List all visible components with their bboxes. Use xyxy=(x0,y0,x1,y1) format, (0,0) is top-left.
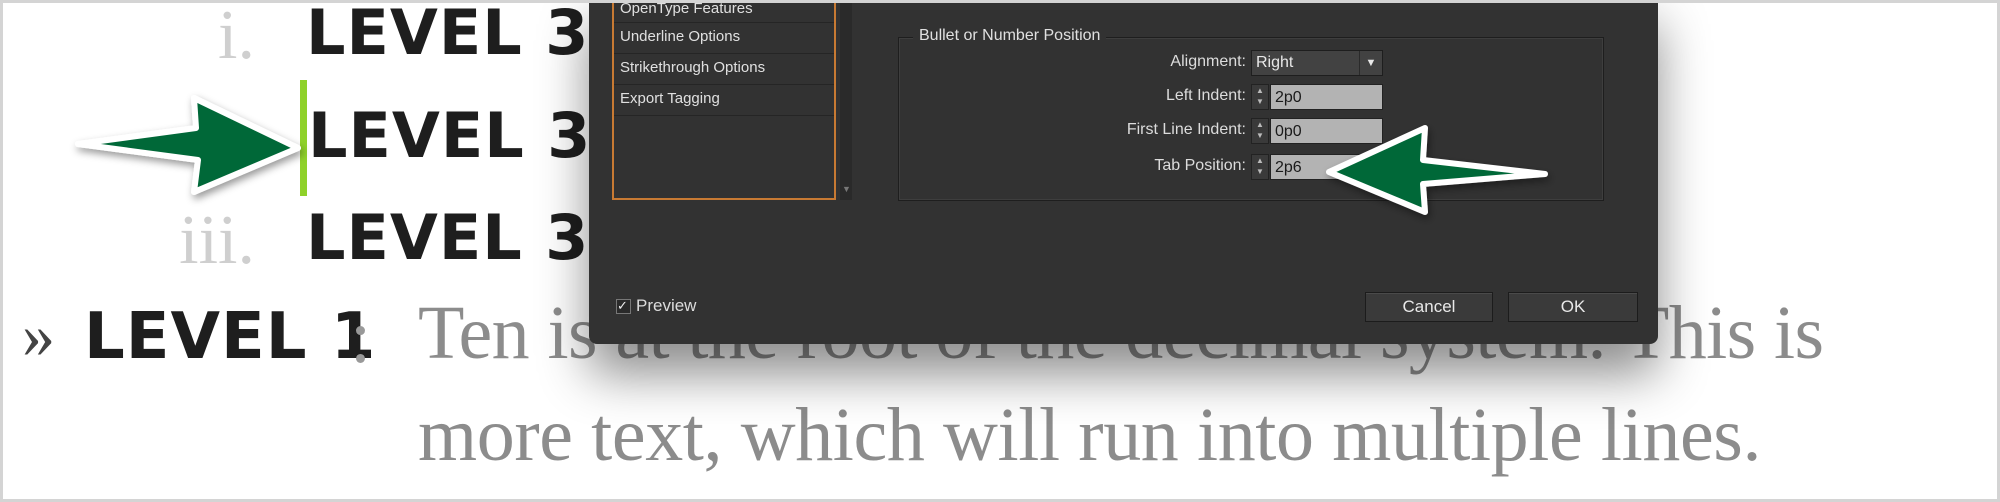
left-indent-stepper[interactable]: ▲ ▼ xyxy=(1251,84,1269,110)
category-list: OpenType Features Underline Options Stri… xyxy=(612,0,836,200)
alignment-dropdown[interactable]: Right ▼ xyxy=(1251,50,1383,76)
category-underline-options[interactable]: Underline Options xyxy=(614,23,834,54)
level1-heading: LEVEL 1 xyxy=(84,300,377,374)
level3-heading: LEVEL 3 xyxy=(306,0,590,69)
arrow-left-icon xyxy=(1326,125,1548,215)
checkmark-icon: ✓ xyxy=(616,298,631,314)
list-marker: i. xyxy=(218,0,255,74)
tab-position-stepper[interactable]: ▲ ▼ xyxy=(1251,154,1269,180)
category-list-scrollbar[interactable]: ▼ xyxy=(840,0,852,200)
preview-label: Preview xyxy=(636,296,697,315)
arrow-right-icon xyxy=(75,95,301,195)
ok-button[interactable]: OK xyxy=(1508,292,1638,322)
list-marker: iii. xyxy=(179,202,255,279)
left-indent-row: Left Indent: ▲ ▼ 2p0 xyxy=(899,84,1603,110)
preview-checkbox[interactable]: ✓ Preview xyxy=(616,296,696,316)
level1-colon: : xyxy=(350,295,372,379)
level1-marker: » xyxy=(22,299,55,372)
alignment-label: Alignment: xyxy=(1170,53,1246,70)
left-indent-label: Left Indent: xyxy=(1165,87,1246,104)
group-title: Bullet or Number Position xyxy=(913,27,1107,45)
chevron-down-icon: ▼ xyxy=(1359,51,1382,75)
first-line-indent-label: First Line Indent: xyxy=(1126,121,1246,138)
category-opentype-features[interactable]: OpenType Features xyxy=(614,0,834,23)
left-indent-input[interactable]: 2p0 xyxy=(1270,84,1383,110)
first-line-indent-stepper[interactable]: ▲ ▼ xyxy=(1251,118,1269,144)
category-strikethrough-options[interactable]: Strikethrough Options xyxy=(614,54,834,85)
alignment-row: Alignment: Right ▼ xyxy=(899,50,1603,76)
scroll-down-icon[interactable]: ▼ xyxy=(842,184,851,194)
alignment-value: Right xyxy=(1256,54,1294,71)
category-export-tagging[interactable]: Export Tagging xyxy=(614,85,834,116)
tab-position-label: Tab Position: xyxy=(1154,157,1246,174)
level3-heading: LEVEL 3 xyxy=(306,201,590,274)
level3-heading-active[interactable]: LEVEL 3 xyxy=(308,99,591,172)
body-text-line2: more text, which will run into multiple … xyxy=(418,393,1762,477)
cancel-button[interactable]: Cancel xyxy=(1365,292,1493,322)
